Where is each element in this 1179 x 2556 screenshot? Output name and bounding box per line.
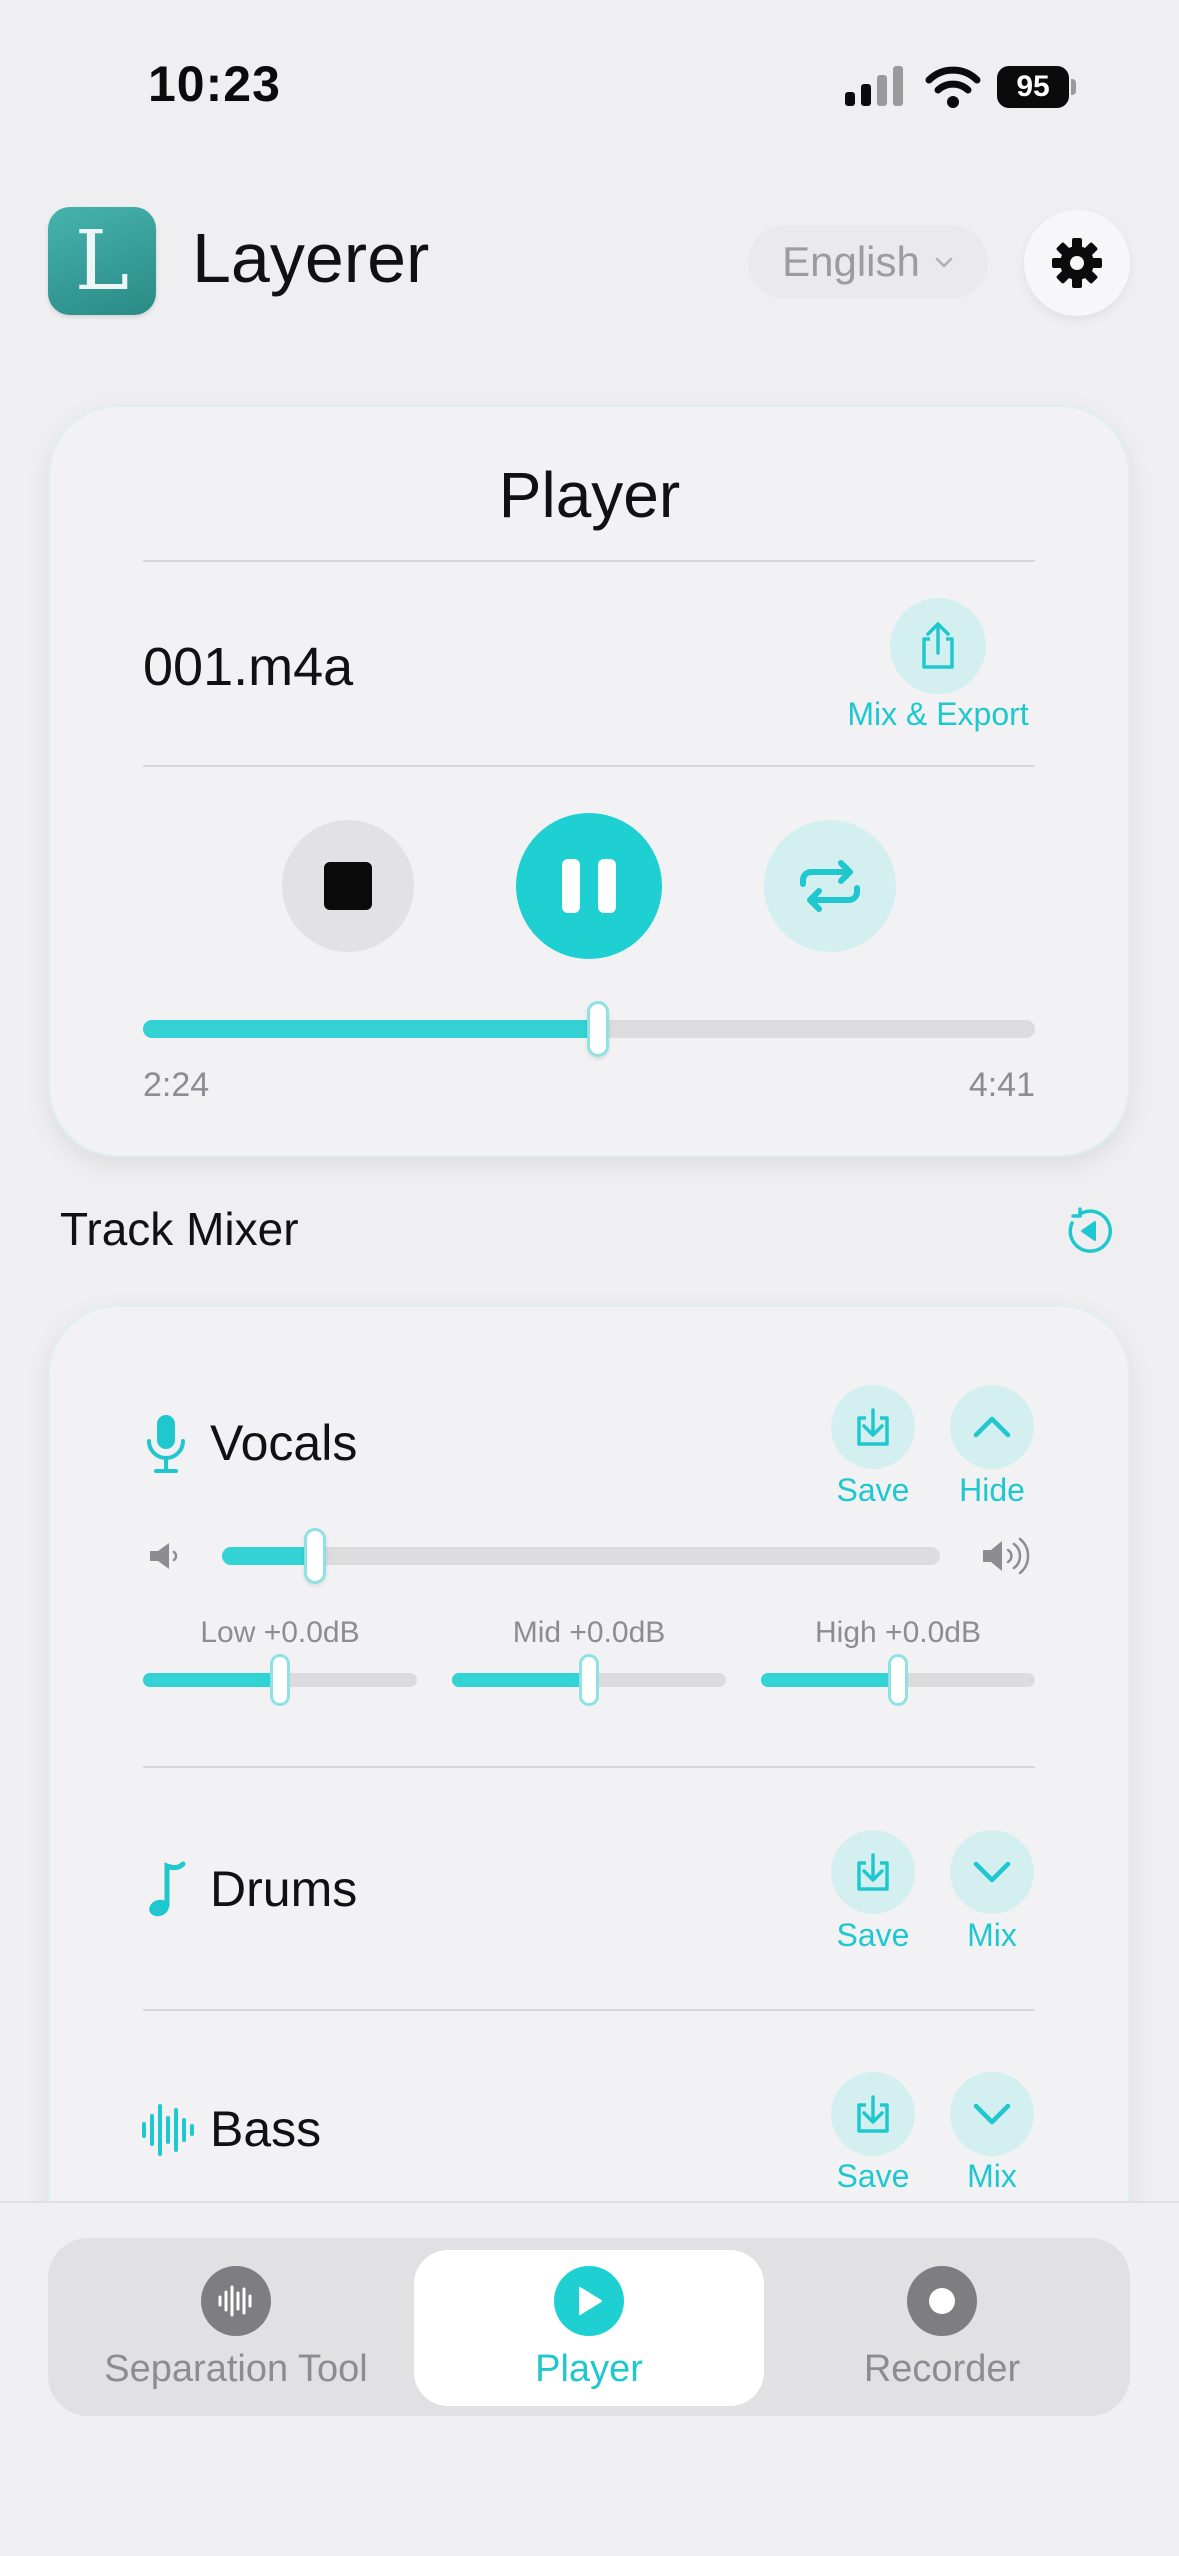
stop-button[interactable] — [282, 820, 414, 952]
divider — [143, 1766, 1035, 1768]
save-label-bass[interactable]: Save — [811, 2158, 935, 2195]
pause-icon-bar — [598, 859, 616, 913]
battery-tip — [1071, 79, 1076, 95]
stop-icon — [324, 862, 372, 910]
track-name-drums: Drums — [210, 1861, 358, 1917]
tab-label: Recorder — [863, 2347, 1021, 2390]
volume-handle[interactable] — [304, 1528, 327, 1584]
mix-label-bass[interactable]: Mix — [930, 2158, 1054, 2195]
volume-fill — [222, 1547, 316, 1565]
tab-player[interactable]: Player — [414, 2250, 764, 2406]
mix-export-label[interactable]: Mix & Export — [830, 696, 1046, 733]
divider — [143, 765, 1035, 767]
total-duration: 4:41 — [968, 1066, 1035, 1104]
repeat-button[interactable] — [764, 820, 896, 952]
download-icon — [857, 1408, 889, 1446]
chevron-down-icon — [973, 1861, 1011, 1883]
eq-label-high: High +0.0dB — [815, 1616, 981, 1649]
volume-track — [222, 1547, 940, 1565]
save-button-vocals[interactable] — [831, 1385, 915, 1469]
pause-button[interactable] — [516, 813, 662, 959]
eq-label-low: Low +0.0dB — [200, 1616, 360, 1649]
download-icon — [857, 2095, 889, 2133]
volume-low-icon — [150, 1543, 178, 1569]
elapsed-time: 2:24 — [143, 1066, 210, 1104]
file-name: 001.m4a — [143, 637, 354, 697]
waveform-icon — [142, 2104, 194, 2156]
settings-button[interactable] — [1024, 210, 1130, 316]
track-name-bass: Bass — [210, 2101, 322, 2157]
eq-fill — [143, 1673, 280, 1687]
tab-label: Player — [535, 2347, 643, 2390]
play-icon — [554, 2265, 624, 2336]
battery-indicator: 95 — [997, 66, 1077, 108]
tab-recorder[interactable]: Recorder — [766, 2250, 1118, 2406]
wifi-icon — [925, 66, 981, 108]
gear-icon — [1052, 238, 1102, 288]
progress-slider[interactable] — [143, 1001, 1035, 1057]
save-label-drums[interactable]: Save — [811, 1917, 935, 1954]
progress-fill — [143, 1020, 598, 1038]
mix-label-drums[interactable]: Mix — [930, 1917, 1054, 1954]
volume-high-icon — [983, 1537, 1030, 1575]
cellular-signal-icon — [845, 66, 903, 106]
eq-handle[interactable] — [270, 1654, 290, 1706]
track-mixer-title: Track Mixer — [60, 1203, 299, 1255]
mix-button-bass[interactable] — [950, 2072, 1034, 2156]
eq-fill — [452, 1673, 589, 1687]
chevron-down-icon — [973, 2103, 1011, 2125]
save-button-drums[interactable] — [831, 1830, 915, 1914]
eq-slider-mid[interactable] — [452, 1654, 726, 1706]
tab-separation-tool[interactable]: Separation Tool — [60, 2250, 412, 2406]
download-icon — [857, 1853, 889, 1891]
volume-slider-vocals[interactable] — [222, 1528, 940, 1584]
pause-icon — [562, 859, 580, 913]
reset-icon[interactable] — [1062, 1205, 1114, 1257]
hide-button-vocals[interactable] — [950, 1385, 1034, 1469]
eq-slider-low[interactable] — [143, 1654, 417, 1706]
tab-label: Separation Tool — [104, 2347, 368, 2390]
app-title: Layerer — [192, 219, 430, 297]
microphone-icon — [147, 1415, 185, 1473]
save-button-bass[interactable] — [831, 2072, 915, 2156]
divider — [143, 2009, 1035, 2011]
eq-fill — [761, 1673, 898, 1687]
eq-slider-high[interactable] — [761, 1654, 1035, 1706]
mix-button-drums[interactable] — [950, 1830, 1034, 1914]
share-icon — [922, 622, 954, 669]
mix-export-button[interactable] — [890, 598, 986, 694]
language-value: English — [782, 238, 920, 285]
status-time: 10:23 — [148, 56, 281, 112]
home-indicator-area — [0, 2456, 1179, 2556]
chevron-up-icon — [973, 1416, 1011, 1438]
battery-level: 95 — [997, 66, 1069, 108]
app-logo: L — [48, 207, 156, 315]
chevron-down-icon — [935, 257, 953, 268]
eq-handle[interactable] — [579, 1654, 599, 1706]
language-select[interactable]: English — [748, 225, 988, 299]
waveform-icon — [201, 2265, 271, 2336]
eq-handle[interactable] — [888, 1654, 908, 1706]
divider — [143, 560, 1035, 562]
repeat-icon — [800, 860, 860, 912]
hide-label-vocals[interactable]: Hide — [930, 1472, 1054, 1509]
progress-handle[interactable] — [586, 1001, 609, 1057]
track-name-vocals: Vocals — [210, 1415, 358, 1471]
save-label-vocals[interactable]: Save — [811, 1472, 935, 1509]
record-icon — [907, 2265, 977, 2336]
eq-label-mid: Mid +0.0dB — [512, 1616, 666, 1649]
player-title: Player — [498, 459, 681, 531]
music-note-icon — [149, 1861, 186, 1917]
